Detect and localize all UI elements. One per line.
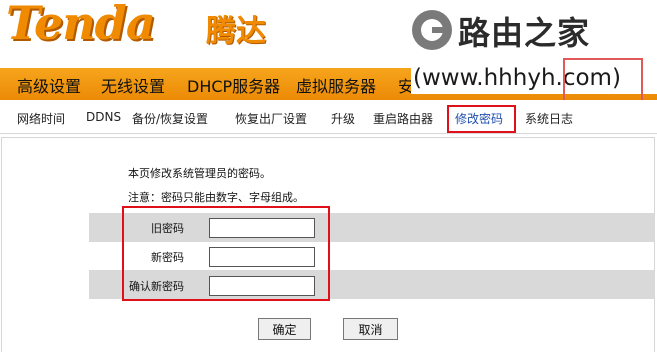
- main-nav-dhcp[interactable]: DHCP服务器: [187, 73, 280, 97]
- main-nav-virtual-server[interactable]: 虚拟服务器: [296, 73, 376, 97]
- page-intro: 本页修改系统管理员的密码。: [128, 167, 271, 180]
- header: Tenda 腾达 路由之家: [0, 0, 657, 68]
- logo-wordmark: Tenda: [6, 0, 156, 50]
- page-note: 注意：密码只能由数字、字母组成。: [128, 191, 304, 204]
- sub-nav-upgrade[interactable]: 升级: [331, 110, 355, 127]
- sub-nav-network-time[interactable]: 网络时间: [17, 110, 65, 127]
- ok-button[interactable]: 确定: [258, 318, 311, 340]
- sub-nav: 网络时间 DDNS 备份/恢复设置 恢复出厂设置 升级 重启路由器 修改密码 系…: [0, 100, 657, 134]
- watermark-logo-icon: [412, 10, 452, 50]
- sub-nav-backup-restore[interactable]: 备份/恢复设置: [132, 110, 208, 127]
- watermark-name: 路由之家: [458, 14, 591, 52]
- watermark-brand: 路由之家: [412, 4, 657, 52]
- watermark-highlight-box: [563, 58, 643, 102]
- form-highlight-box: [122, 206, 330, 301]
- tenda-logo: Tenda 腾达: [6, 0, 286, 50]
- main-nav-advanced[interactable]: 高级设置: [17, 73, 81, 97]
- main-nav-wireless[interactable]: 无线设置: [101, 73, 165, 97]
- logo-chinese: 腾达: [206, 14, 266, 49]
- cancel-button[interactable]: 取消: [343, 318, 398, 340]
- active-tab-highlight: [447, 105, 516, 133]
- sub-nav-ddns[interactable]: DDNS: [86, 110, 121, 124]
- sub-nav-system-log[interactable]: 系统日志: [525, 110, 573, 127]
- sub-nav-reboot[interactable]: 重启路由器: [373, 110, 433, 127]
- sub-nav-factory-reset[interactable]: 恢复出厂设置: [235, 110, 307, 127]
